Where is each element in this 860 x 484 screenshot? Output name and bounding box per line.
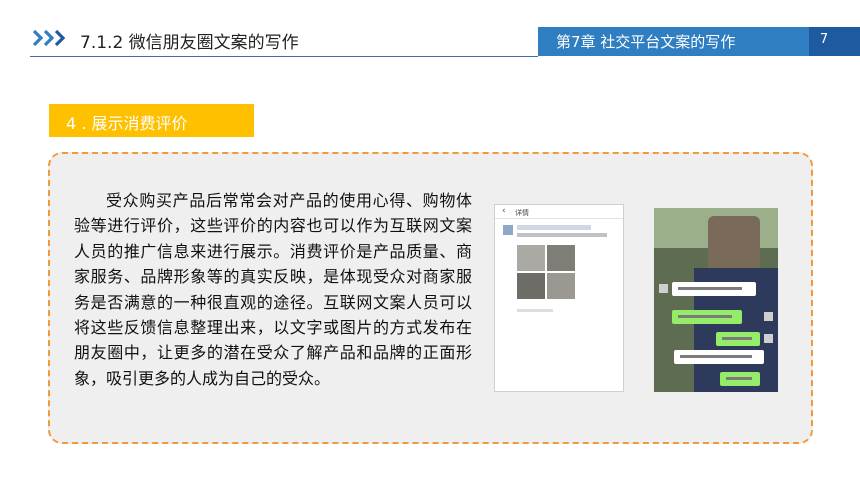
review-photo — [517, 273, 545, 299]
section-title: 7.1.2 微信朋友圈文案的写作 — [80, 33, 299, 53]
slide-header: 7.1.2 微信朋友圈文案的写作 第7章 社交平台文案的写作 7 — [0, 0, 860, 62]
page-number: 7 — [819, 32, 829, 47]
blurred-review-text — [517, 233, 607, 237]
chat-bubble — [716, 332, 760, 346]
header-divider — [30, 56, 538, 57]
chapter-title: 第7章 社交平台文案的写作 — [556, 33, 736, 51]
avatar — [764, 312, 773, 321]
body-paragraph: 受众购买产品后常常会对产品的使用心得、购物体验等进行评价，这些评价的内容也可以作… — [74, 191, 472, 388]
chat-bubble — [674, 350, 764, 364]
review-screenshot: ‹ 详情 — [494, 204, 624, 392]
avatar — [764, 334, 773, 343]
section-tag-label: 4 . 展示消费评价 — [66, 114, 188, 133]
blurred-nickname — [517, 225, 591, 230]
chat-bubble — [672, 310, 742, 324]
blurred-timestamp — [517, 309, 553, 312]
review-screenshot-topbar: ‹ 详情 — [495, 205, 623, 219]
review-photo — [517, 245, 545, 271]
review-screenshot-title: 详情 — [515, 209, 529, 217]
review-photo — [547, 273, 575, 299]
avatar — [503, 225, 513, 235]
blurred-face — [708, 216, 760, 276]
chat-bubble — [720, 372, 760, 386]
review-photo — [547, 245, 575, 271]
chat-bubble — [672, 282, 756, 296]
chevron-left-icon: ‹ — [502, 206, 506, 216]
triple-chevron-right-icon — [32, 29, 66, 47]
avatar — [659, 284, 668, 293]
chat-screenshot — [654, 208, 778, 392]
